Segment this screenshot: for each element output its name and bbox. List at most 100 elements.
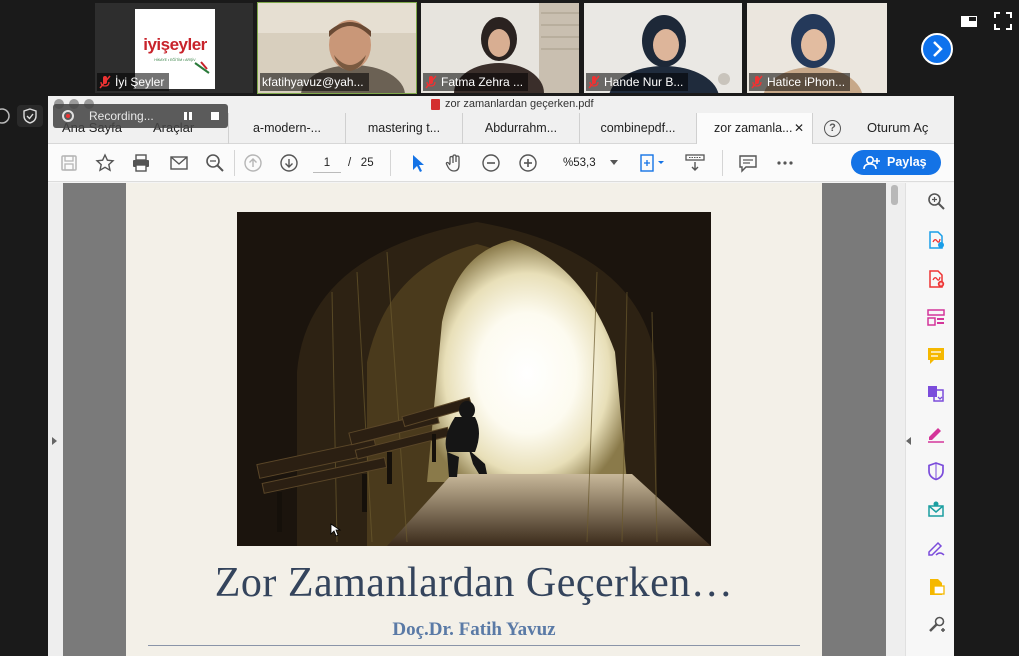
create-pdf-icon[interactable] (926, 269, 946, 289)
pdf-page: Zor Zamanlardan Geçerken… Doç.Dr. Fatih … (126, 183, 822, 656)
send-for-review-icon[interactable] (926, 500, 946, 520)
sign-in-link[interactable]: Oturum Aç (867, 120, 928, 135)
organize-pages-icon[interactable] (926, 577, 946, 597)
comment-tool-icon[interactable] (926, 346, 946, 366)
zoom-level-select[interactable]: %53,3 (556, 153, 618, 173)
search-tool-icon[interactable] (926, 191, 946, 211)
vertical-scrollbar[interactable] (886, 183, 905, 656)
tab-label: mastering t... (367, 121, 441, 135)
save-icon[interactable] (59, 153, 79, 173)
page-number-input[interactable]: 1 (313, 153, 341, 173)
title-divider (148, 645, 800, 646)
participant-name: Hatice iPhon... (767, 75, 846, 89)
comment-icon[interactable] (738, 153, 758, 173)
participant-name-label: Fatma Zehra ... (423, 73, 529, 91)
tab-label: a-modern-... (252, 121, 322, 135)
video-tile-iyi-seyler[interactable]: iyişeyler HİKAYE • EĞİTİM • ARŞİV İyi Şe… (95, 3, 253, 93)
share-button[interactable]: Paylaş (851, 150, 941, 175)
gallery-view-icon[interactable] (960, 12, 978, 30)
document-tab[interactable]: combinepdf... (579, 113, 696, 144)
zoom-out-icon[interactable] (481, 153, 501, 173)
stop-icon[interactable] (208, 109, 222, 123)
tab-label: zor zamanla... (714, 121, 793, 135)
protect-shield-icon[interactable] (926, 461, 946, 481)
recording-label: Recording... (89, 109, 154, 123)
document-author: Doç.Dr. Fatih Yavuz (392, 619, 556, 640)
toolbar-divider (390, 150, 391, 176)
select-cursor-icon[interactable] (408, 153, 428, 173)
collapse-right-panel-icon[interactable] (906, 437, 911, 445)
toolbar-divider (234, 150, 235, 176)
bookmark-star-icon[interactable] (95, 153, 115, 173)
hand-tool-icon[interactable] (444, 153, 464, 173)
video-tile-hatice[interactable]: Hatice iPhon... (747, 3, 887, 93)
pause-icon[interactable] (181, 109, 195, 123)
participant-name: Hande Nur B... (604, 75, 684, 89)
search-zoom-icon[interactable] (205, 153, 225, 173)
pdf-file-icon (431, 99, 440, 110)
next-participants-button[interactable] (921, 33, 953, 65)
zoom-value: %53,3 (563, 157, 596, 169)
email-icon[interactable] (169, 153, 189, 173)
document-tab[interactable]: a-modern-... (228, 113, 345, 144)
participant-name: İyi Şeyler (115, 75, 165, 89)
more-options-icon[interactable] (775, 153, 795, 173)
help-icon[interactable]: ? (824, 120, 841, 137)
participant-name: Fatma Zehra ... (441, 75, 524, 89)
security-shield-icon[interactable] (0, 105, 44, 127)
mic-muted-icon (425, 75, 437, 89)
main-toolbar: 1 / 25 %53,3 Paylaş (48, 144, 954, 182)
combine-files-icon[interactable] (926, 384, 946, 404)
next-page-icon[interactable] (279, 153, 299, 173)
close-tab-icon[interactable]: ✕ (794, 113, 804, 144)
document-tab[interactable]: mastering t... (345, 113, 462, 144)
zoom-in-icon[interactable] (518, 153, 538, 173)
logo-wordmark: iyişeyler (143, 35, 207, 54)
scrollbar-thumb[interactable] (891, 185, 898, 205)
chevron-right-icon (933, 41, 943, 57)
page-fit-icon[interactable] (638, 153, 666, 173)
toolbar-divider (722, 150, 723, 176)
document-title: Zor Zamanlardan Geçerken… (214, 560, 734, 606)
document-tab[interactable]: Abdurrahm... (462, 113, 579, 144)
tunnel-bench-image (237, 212, 711, 546)
share-label: Paylaş (887, 155, 927, 169)
participant-name: kfatihyavuz@yah... (262, 75, 364, 89)
participant-name-label: Hande Nur B... (586, 73, 689, 91)
acrobat-window: zor zamanlardan geçerken.pdf Ana Sayfa A… (48, 96, 954, 656)
recording-indicator: Recording... (53, 104, 228, 128)
more-tools-icon[interactable] (926, 615, 946, 635)
page-total-value: 25 (360, 157, 374, 169)
participant-name-label: Hatice iPhon... (749, 73, 851, 91)
mic-muted-icon (588, 75, 600, 89)
mic-muted-icon (751, 75, 763, 89)
left-panel-collapsed[interactable] (48, 183, 63, 656)
chevron-down-icon (610, 160, 618, 165)
video-tile-fatma-zehra[interactable]: Fatma Zehra ... (421, 3, 579, 93)
expand-left-panel-icon[interactable] (52, 437, 57, 445)
logo-flourish-icon (194, 61, 210, 74)
video-tile-kfatihyavuz[interactable]: kfatihyavuz@yah... (257, 2, 417, 94)
scroll-mode-icon[interactable] (684, 153, 706, 173)
cover-photo (237, 212, 711, 546)
window-title-text: zor zamanlardan geçerken.pdf (445, 98, 594, 110)
document-viewer[interactable]: Zor Zamanlardan Geçerken… Doç.Dr. Fatih … (48, 183, 905, 656)
tools-right-panel (905, 183, 954, 656)
video-tile-hande-nur[interactable]: Hande Nur B... (584, 3, 742, 93)
participant-name-label: İyi Şeyler (97, 73, 170, 91)
tab-label: combinepdf... (600, 121, 676, 135)
document-tab-active[interactable]: zor zamanla... ✕ (696, 113, 813, 144)
page-separator: / (348, 157, 352, 169)
video-strip: iyişeyler HİKAYE • EĞİTİM • ARŞİV İyi Şe… (0, 0, 1019, 96)
export-pdf-icon[interactable] (926, 230, 946, 250)
window-title: zor zamanlardan geçerken.pdf (431, 96, 594, 113)
fill-sign-icon[interactable] (926, 423, 946, 443)
tab-label: Abdurrahm... (484, 121, 558, 135)
print-icon[interactable] (131, 153, 151, 173)
screen: iyişeyler HİKAYE • EĞİTİM • ARŞİV İyi Şe… (0, 0, 1019, 656)
request-signature-icon[interactable] (926, 538, 946, 558)
edit-pdf-icon[interactable] (926, 307, 946, 327)
fullscreen-icon[interactable] (994, 12, 1012, 30)
previous-page-icon[interactable] (243, 153, 263, 173)
add-person-icon (863, 155, 880, 170)
